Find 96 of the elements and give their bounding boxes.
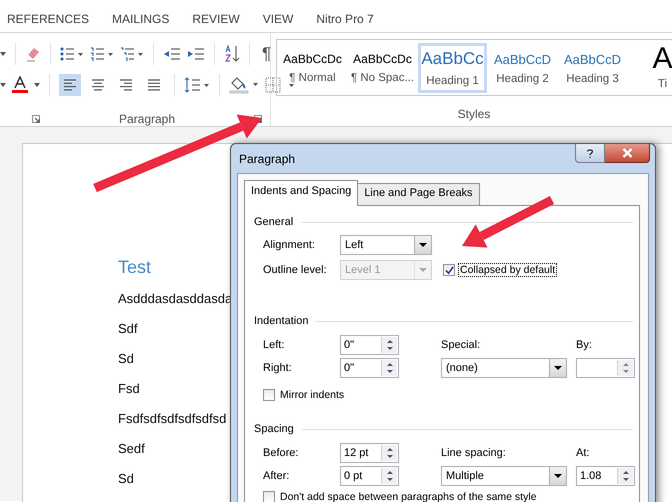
document-paragraph: Fsd: [118, 380, 140, 398]
style-item[interactable]: AaBbCcDc ¶ No Spac...: [348, 43, 417, 93]
left-indent-spinner[interactable]: 0": [340, 335, 399, 355]
style-preview: A: [652, 46, 672, 72]
field-label: After:: [263, 470, 290, 482]
field-label: Right:: [263, 362, 293, 374]
ribbon-tab[interactable]: REFERENCES: [7, 12, 90, 26]
style-preview: AaBbCcD: [494, 52, 552, 66]
checkbox-label: Collapsed by default: [458, 263, 558, 277]
document-paragraph: Sdf: [118, 320, 138, 338]
caret-icon: [414, 236, 431, 254]
dialog-tab[interactable]: Indents and Spacing: [244, 180, 358, 206]
caret-icon: [549, 359, 566, 377]
style-item[interactable]: AaBbCcD Heading 3: [558, 43, 627, 93]
decrease-indent-icon[interactable]: [163, 46, 181, 62]
caret-icon[interactable]: [0, 52, 6, 56]
field-label: By:: [576, 339, 593, 351]
document-heading: Test: [118, 256, 152, 278]
style-preview: AaBbCc: [421, 49, 484, 69]
spinner-arrows-icon: [617, 360, 633, 376]
document-paragraph: Sedf: [118, 440, 145, 458]
multilevel-list-icon[interactable]: [120, 46, 144, 62]
document-paragraph: Sd: [118, 470, 134, 488]
style-item[interactable]: A Ti: [628, 43, 672, 93]
document-paragraph: Asdddasdasddasda: [118, 290, 232, 308]
checkbox[interactable]: [263, 491, 275, 502]
field-label: Outline level:: [263, 264, 328, 276]
spinner-arrows-icon: [381, 445, 397, 461]
dialog-launcher-icon[interactable]: [32, 115, 40, 123]
checkbox-label: Don't add space between paragraphs of the same style: [279, 490, 538, 502]
document-paragraph: Sd: [118, 350, 134, 368]
spacing-after-spinner[interactable]: 0 pt: [340, 466, 399, 486]
spinner-arrows-icon: [617, 468, 633, 484]
caret-icon[interactable]: [34, 83, 40, 87]
bullet-list-icon[interactable]: [60, 46, 84, 62]
style-name: Ti: [658, 78, 668, 90]
dialog-tab[interactable]: Line and Page Breaks: [358, 183, 480, 205]
ribbon-tab[interactable]: MAILINGS: [112, 12, 170, 26]
ribbon-tab[interactable]: Nitro Pro 7: [316, 12, 374, 26]
style-item[interactable]: AaBbCcD Heading 2: [488, 43, 557, 93]
ribbon-tab[interactable]: VIEW: [262, 12, 294, 26]
close-button[interactable]: [605, 144, 650, 163]
field-label: Before:: [263, 447, 300, 459]
document-paragraph: Fsdfsdfsdfsdfsdfsd: [118, 410, 226, 428]
style-preview: AaBbCcD: [564, 52, 622, 66]
eraser-icon[interactable]: [25, 46, 41, 62]
font-color-icon[interactable]: [12, 76, 28, 94]
style-preview: AaBbCcDc: [353, 52, 412, 66]
right-indent-spinner[interactable]: 0": [340, 358, 399, 378]
close-icon: [620, 148, 634, 158]
dialog-title: Paragraph: [238, 151, 296, 166]
field-label: Line spacing:: [441, 447, 507, 459]
special-dropdown[interactable]: (none): [441, 358, 567, 378]
style-item[interactable]: AaBbCc Heading 1: [418, 43, 487, 93]
increase-indent-icon[interactable]: [187, 46, 205, 62]
line-spacing-at-spinner[interactable]: 1.08: [576, 466, 635, 486]
ribbon-tab[interactable]: REVIEW: [192, 12, 240, 26]
caret-icon: [549, 467, 566, 485]
checkbox[interactable]: [443, 264, 455, 276]
section-heading: Spacing: [254, 423, 294, 435]
style-item[interactable]: AaBbCcDc ¶ Normal: [278, 43, 347, 93]
line-spacing-dropdown[interactable]: Multiple: [441, 466, 567, 486]
spinner-arrows-icon: [381, 360, 397, 376]
style-name: Heading 2: [496, 72, 549, 84]
style-preview: AaBbCcDc: [283, 52, 342, 66]
formatting-marks-button[interactable]: ¶: [259, 44, 274, 64]
alignment-lines-icon: [90, 78, 106, 92]
field-label: Left:: [263, 339, 286, 351]
style-name: ¶ No Spac...: [350, 72, 414, 84]
style-name: ¶ Normal: [289, 72, 336, 84]
style-name: Heading 1: [426, 75, 479, 87]
checkbox[interactable]: [263, 389, 275, 401]
spinner-arrows-icon: [381, 468, 397, 484]
line-spacing-icon[interactable]: [184, 77, 210, 93]
checkbox-label: Mirror indents: [279, 388, 346, 402]
section-heading: General: [254, 216, 294, 228]
group-label: Paragraph: [118, 112, 176, 126]
alignment-lines-icon: [146, 78, 162, 92]
group-label: Styles: [458, 107, 490, 121]
alignment-lines-icon: [62, 78, 78, 92]
shading-icon[interactable]: [229, 76, 259, 94]
numbered-list-icon[interactable]: [90, 46, 114, 62]
field-label: At:: [576, 447, 590, 459]
spacing-before-spinner[interactable]: 12 pt: [340, 443, 399, 463]
align-button[interactable]: [59, 74, 81, 96]
field-label: Alignment:: [263, 239, 316, 251]
help-button[interactable]: [575, 144, 605, 163]
style-name: Heading 3: [566, 72, 619, 84]
sort-icon[interactable]: [224, 45, 240, 63]
question-mark-icon: [586, 148, 594, 158]
caret-icon[interactable]: [0, 83, 6, 87]
field-label: Special:: [441, 339, 482, 351]
alignment-dropdown[interactable]: Left: [340, 235, 432, 255]
alignment-lines-icon: [118, 78, 134, 92]
spinner-arrows-icon: [381, 337, 397, 353]
section-heading: Indentation: [254, 315, 308, 327]
